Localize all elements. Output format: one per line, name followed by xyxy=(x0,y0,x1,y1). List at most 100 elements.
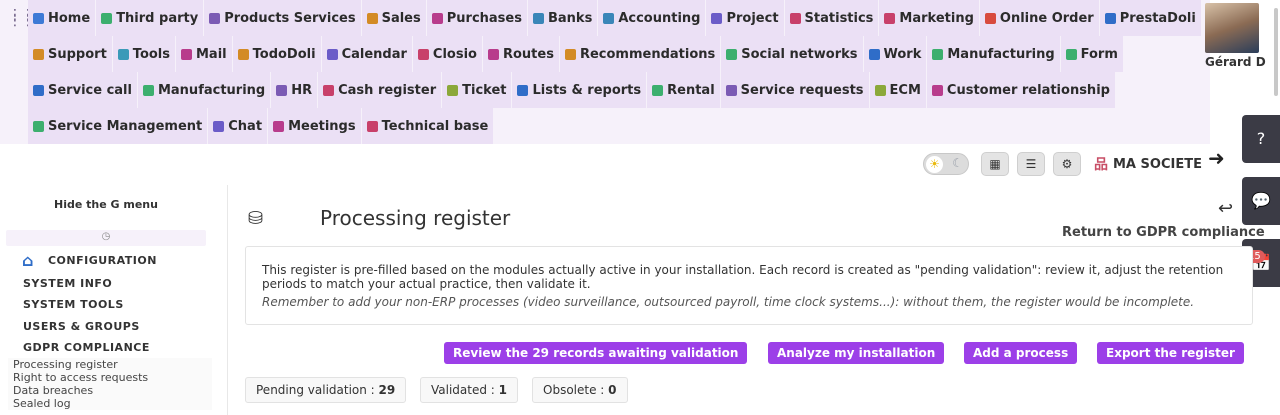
export-register-button[interactable]: Export the register xyxy=(1097,342,1244,364)
menu-item-manufacturing[interactable]: Manufacturing xyxy=(927,36,1061,72)
menu-item-label: Support xyxy=(48,46,107,62)
menu-search-bar[interactable]: ◷ xyxy=(6,230,206,246)
menu-item-label: Banks xyxy=(547,10,593,26)
menu-item-service-management[interactable]: Service Management xyxy=(28,108,209,144)
submenu-sealed-log[interactable]: Sealed log xyxy=(8,397,212,410)
video-icon xyxy=(273,120,285,132)
menu-item-cash-register[interactable]: Cash register xyxy=(318,72,443,108)
menu-item-tools[interactable]: Tools xyxy=(112,36,176,72)
menu-item-label: Recommendations xyxy=(579,46,716,62)
apps-grid-icon[interactable]: ⋮⋮ ⋮⋮ xyxy=(8,8,35,28)
menu-item-ecm[interactable]: ECM xyxy=(869,72,927,108)
menu-item-marketing[interactable]: Marketing xyxy=(879,0,980,36)
menu-item-lists-reports[interactable]: Lists & reports xyxy=(512,72,648,108)
avatar[interactable] xyxy=(1205,3,1259,53)
menu-item-online-order[interactable]: Online Order xyxy=(979,0,1100,36)
menu-item-form[interactable]: Form xyxy=(1060,36,1124,72)
chart-icon xyxy=(789,12,801,24)
stat-obsolete[interactable]: Obsolete : 0 xyxy=(532,377,628,403)
back-arrow-icon[interactable]: ↩ xyxy=(1218,198,1233,219)
menu-item-rental[interactable]: Rental xyxy=(647,72,721,108)
menu-item-sales[interactable]: Sales xyxy=(361,0,427,36)
menu-item-hr[interactable]: HR xyxy=(271,72,319,108)
book-icon xyxy=(366,120,378,132)
menu-item-project[interactable]: Project xyxy=(706,0,785,36)
menu-item-statistics[interactable]: Statistics xyxy=(784,0,880,36)
menu-item-label: Mail xyxy=(196,46,227,62)
database-icon: ⛁ xyxy=(248,208,264,229)
hide-menu-link[interactable]: Hide the G menu xyxy=(54,198,158,211)
menu-item-gdpr-compliance[interactable]: GDPR COMPLIANCE xyxy=(23,341,150,354)
menu-item-social-networks[interactable]: Social networks xyxy=(721,36,864,72)
menu-item-tododoli[interactable]: TodoDoli xyxy=(232,36,322,72)
top-menu-row-1: Home Third party Products Services Sales Pur… xyxy=(28,0,1202,36)
menu-item-ticket[interactable]: Ticket xyxy=(442,72,513,108)
menu-item-meetings[interactable]: Meetings xyxy=(268,108,362,144)
add-process-button[interactable]: Add a process xyxy=(964,342,1078,364)
company-selector[interactable]: 品 MA SOCIETE xyxy=(1094,154,1202,174)
menu-item-system-tools[interactable]: SYSTEM TOOLS xyxy=(23,298,124,311)
stat-validated[interactable]: Validated : 1 xyxy=(420,377,519,403)
logout-icon[interactable]: ➜ xyxy=(1208,146,1225,170)
list-view-button[interactable]: ☰ xyxy=(1017,152,1045,176)
menu-item-closio[interactable]: Closio xyxy=(412,36,483,72)
home-icon xyxy=(33,12,44,24)
menu-item-home[interactable]: Home xyxy=(28,0,97,36)
menu-item-mail[interactable]: Mail xyxy=(176,36,233,72)
review-records-button[interactable]: Review the 29 records awaiting validatio… xyxy=(444,342,748,364)
user-name[interactable]: Gérard D xyxy=(1205,55,1266,69)
menu-heading-configuration[interactable]: ⌂ CONFIGURATION xyxy=(22,251,157,270)
menu-item-users-groups[interactable]: USERS & GROUPS xyxy=(23,320,140,333)
menu-item-banks[interactable]: Banks xyxy=(527,0,599,36)
chat-button[interactable]: 💬 xyxy=(1242,177,1280,225)
submenu-processing-register[interactable]: Processing register xyxy=(8,358,212,371)
route-icon xyxy=(487,48,499,60)
menu-item-routes[interactable]: Routes xyxy=(482,36,560,72)
menu-item-third-party[interactable]: Third party xyxy=(96,0,205,36)
submenu-access-requests[interactable]: Right to access requests xyxy=(8,371,212,384)
stat-pending[interactable]: Pending validation : 29 xyxy=(245,377,407,403)
bullhorn-icon xyxy=(564,48,576,60)
menu-item-label: Meetings xyxy=(288,118,356,134)
menu-item-work[interactable]: Work xyxy=(863,36,928,72)
gear-icon: ⚙ xyxy=(1061,157,1073,171)
headset-icon xyxy=(447,84,459,96)
menu-item-label: HR xyxy=(291,82,313,98)
cylinder-icon xyxy=(142,84,154,96)
menu-item-calendar[interactable]: Calendar xyxy=(321,36,413,72)
theme-toggle[interactable]: ☀ ☾ xyxy=(923,153,969,175)
menu-item-recommendations[interactable]: Recommendations xyxy=(559,36,722,72)
analyze-installation-button[interactable]: Analyze my installation xyxy=(768,342,945,364)
menu-item-chat[interactable]: Chat xyxy=(208,108,269,144)
help-button[interactable]: ? xyxy=(1242,115,1280,163)
menu-item-label: Rental xyxy=(667,82,715,98)
sun-icon: ☀ xyxy=(926,156,943,173)
menu-item-service-call[interactable]: Service call xyxy=(28,72,138,108)
return-link[interactable]: Return to GDPR compliance xyxy=(1062,225,1265,240)
menu-item-support[interactable]: Support xyxy=(28,36,113,72)
euro-icon xyxy=(366,12,378,24)
menu-item-purchases[interactable]: Purchases xyxy=(426,0,528,36)
menu-item-label: Tools xyxy=(132,46,170,62)
register-icon xyxy=(323,84,335,96)
menu-item-products-services[interactable]: Products Services xyxy=(204,0,362,36)
menu-item-label: Third party xyxy=(116,10,199,26)
menu-item-manufacturing[interactable]: Manufacturing xyxy=(137,72,272,108)
menu-item-label: Technical base xyxy=(381,118,489,134)
file-icon xyxy=(725,84,737,96)
menu-item-system-info[interactable]: SYSTEM INFO xyxy=(23,277,112,290)
settings-button[interactable]: ⚙ xyxy=(1053,152,1081,176)
top-menu-row-3: Service call Manufacturing HR Cash register… xyxy=(28,72,1116,108)
menu-item-technical-base[interactable]: Technical base xyxy=(361,108,495,144)
question-icon: ? xyxy=(1256,129,1266,148)
sitemap-icon xyxy=(711,12,723,24)
menu-item-prestadoli[interactable]: PrestaDoli xyxy=(1099,0,1202,36)
menu-item-accounting[interactable]: Accounting xyxy=(598,0,707,36)
submenu-data-breaches[interactable]: Data breaches xyxy=(8,384,212,397)
grid-view-button[interactable]: ▦ xyxy=(981,152,1009,176)
menu-item-service-requests[interactable]: Service requests xyxy=(720,72,870,108)
menu-item-customer-relationship[interactable]: Customer relationship xyxy=(926,72,1116,108)
person-icon xyxy=(868,48,880,60)
scrollbar-thumb[interactable] xyxy=(1274,8,1278,96)
page-scrollbar[interactable] xyxy=(1272,0,1280,100)
